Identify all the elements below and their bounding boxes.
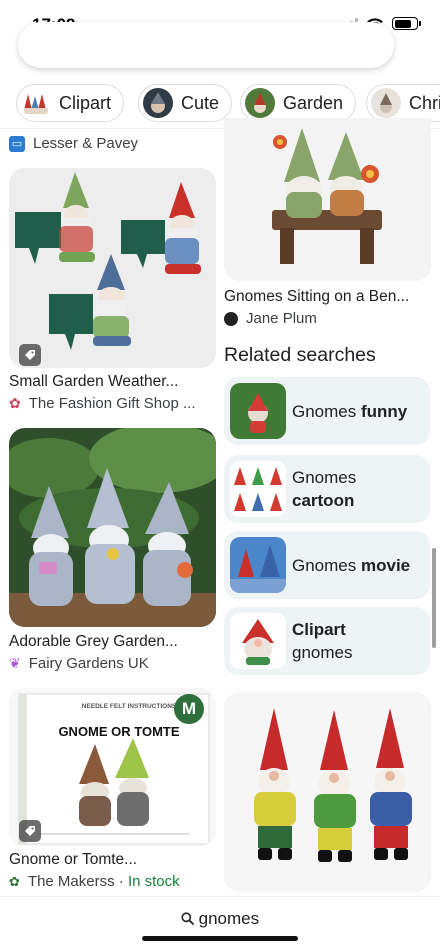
result-image-bench-gnomes[interactable]: [224, 118, 431, 281]
source-label: Fairy Gardens UK: [28, 655, 149, 672]
result-image-gnome-tomte[interactable]: NEEDLE FELT INSTRUCTIONS GNOME OR TOMTE …: [9, 688, 216, 846]
source-label: The Fashion Gift Shop ...: [28, 395, 196, 412]
chip-christmas[interactable]: Chri: [366, 84, 440, 122]
tag-icon: [19, 820, 41, 842]
source-label: Lesser & Pavey: [33, 135, 139, 152]
lesser-pavey-favicon-icon: ▭: [9, 135, 25, 152]
battery-icon: [392, 17, 421, 30]
result-source[interactable]: Jane Plum: [224, 310, 431, 327]
home-indicator[interactable]: [142, 936, 298, 941]
result-source[interactable]: ✿ The Makerss · In stock: [9, 873, 216, 890]
related-search-gnomes-movie[interactable]: Gnomes movie: [224, 531, 430, 599]
gnome-christmas-thumb-icon: [371, 88, 401, 118]
related-label: Gnomes cartoon: [292, 468, 357, 510]
result-image-ceramic-gnomes[interactable]: [224, 692, 431, 892]
badge-letter: M: [181, 699, 197, 718]
stock-status: In stock: [127, 873, 180, 890]
bottom-search-bar[interactable]: gnomes: [0, 896, 440, 951]
result-image-grey-gnomes[interactable]: [9, 428, 216, 627]
chip-label: Chri: [409, 92, 440, 113]
result-title[interactable]: Small Garden Weather...: [9, 373, 216, 391]
tomte-card-title: GNOME OR TOMTE: [58, 724, 180, 739]
related-searches-heading: Related searches: [224, 344, 376, 366]
chip-cute[interactable]: Cute: [138, 84, 233, 122]
chip-label: Cute: [181, 92, 220, 113]
result-image-weather-gnomes[interactable]: [9, 168, 216, 368]
search-icon: [181, 912, 194, 925]
gnome-clipart-thumb-icon: [21, 88, 51, 118]
fashion-gift-shop-favicon-icon: ✿: [9, 395, 21, 411]
related-search-gnomes-funny[interactable]: Gnomes funny: [224, 377, 430, 445]
source-label: The Makerss: [27, 873, 115, 890]
gnomes-funny-thumb-icon: [230, 383, 286, 439]
result-source[interactable]: ▭ Lesser & Pavey: [9, 135, 138, 152]
fairy-gardens-favicon-icon: ❦: [9, 655, 21, 671]
scrollbar[interactable]: [432, 548, 436, 648]
related-label: Clipart gnomes: [292, 620, 353, 662]
jane-plum-favicon-icon: [224, 311, 238, 326]
chip-label: Clipart: [59, 92, 112, 113]
chip-clipart[interactable]: Clipart: [16, 84, 125, 122]
gnomes-movie-thumb-icon: [230, 537, 286, 593]
result-source[interactable]: ✿ The Fashion Gift Shop ...: [9, 395, 216, 412]
source-label: Jane Plum: [246, 310, 317, 327]
tag-icon: [19, 344, 41, 366]
result-title[interactable]: Gnome or Tomte...: [9, 851, 216, 869]
related-search-clipart-gnomes[interactable]: Clipart gnomes: [224, 607, 430, 675]
related-label: Gnomes funny: [292, 401, 408, 421]
source-separator: ·: [114, 873, 128, 890]
related-search-gnomes-cartoon[interactable]: Gnomes cartoon: [224, 455, 430, 523]
gnomes-cartoon-thumb-icon: [230, 461, 286, 517]
bottom-query[interactable]: gnomes: [0, 909, 440, 929]
makerss-badge: M: [174, 694, 204, 724]
chip-label: Garden: [283, 92, 344, 113]
chip-garden[interactable]: Garden: [240, 84, 357, 122]
result-source[interactable]: ❦ Fairy Gardens UK: [9, 655, 216, 672]
makerss-favicon-icon: ✿: [9, 873, 20, 889]
related-label: Gnomes movie: [292, 555, 411, 575]
gnome-garden-thumb-icon: [245, 88, 275, 118]
result-title[interactable]: Gnomes Sitting on a Ben...: [224, 288, 431, 306]
query-text: gnomes: [198, 909, 260, 928]
clipart-gnome-thumb-icon: [230, 613, 286, 669]
result-title[interactable]: Adorable Grey Garden...: [9, 633, 216, 651]
search-input[interactable]: [62, 40, 362, 58]
search-bar[interactable]: [18, 22, 394, 68]
gnome-cute-thumb-icon: [143, 88, 173, 118]
